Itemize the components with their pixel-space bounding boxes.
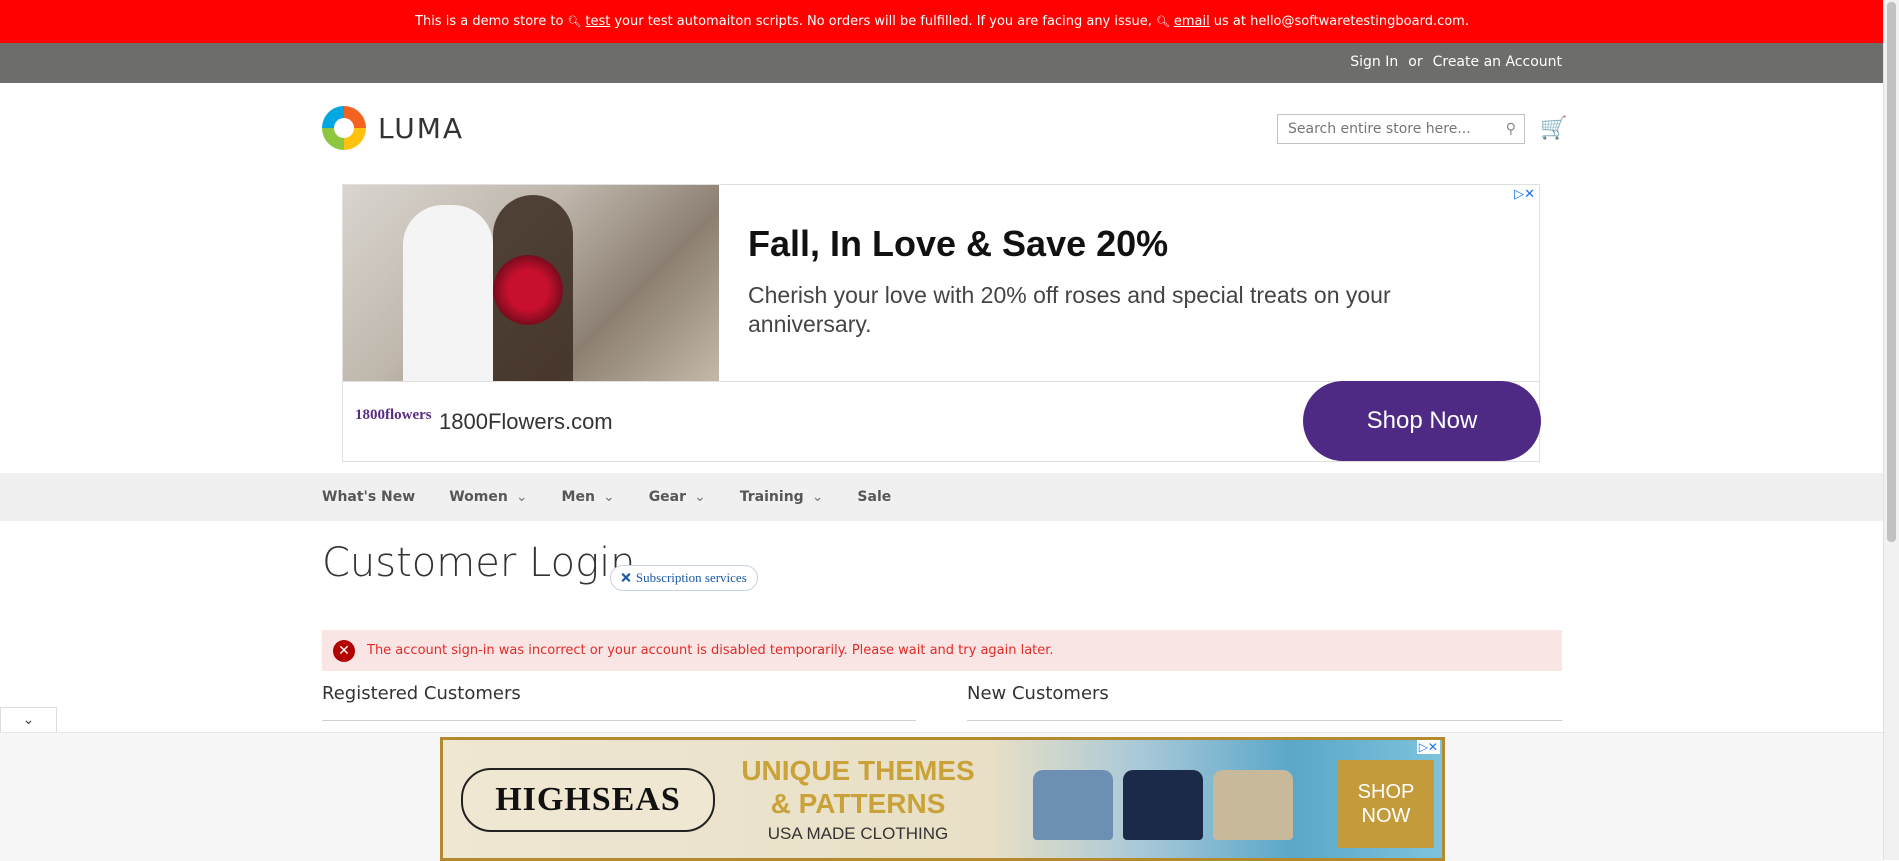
demo-notice-text-2: your test automaiton scripts. No orders … [614, 14, 1152, 29]
cart-icon[interactable]: 🛒 [1540, 116, 1567, 141]
chevron-down-icon: ⌄ [694, 489, 706, 505]
nav-item-training[interactable]: Training ⌄ [740, 489, 824, 505]
or-separator: or [1408, 54, 1423, 70]
search-icon[interactable]: ⚲ [1506, 121, 1516, 137]
subscription-services-badge[interactable]: ❌︎ Subscription services [610, 565, 758, 591]
test-link[interactable]: test [585, 14, 610, 29]
search-icon: 🔍︎ [567, 15, 582, 28]
ad-choices-icon[interactable]: ▷✕ [1514, 187, 1535, 202]
search-icon: 🔍︎ [1155, 15, 1170, 28]
demo-notice-text-3: us at hello@softwaretestingboard.com. [1213, 14, 1469, 29]
ad-subtext: USA MADE CLOTHING [767, 824, 949, 843]
error-icon: ✕ [333, 639, 355, 662]
ad-shop-now-button[interactable]: SHOP NOW [1338, 760, 1434, 848]
chevron-down-icon: ⌄ [811, 489, 824, 505]
search-box: ⚲ [1277, 114, 1525, 144]
new-customers-title: New Customers [967, 683, 1109, 704]
demo-notice-bar: This is a demo store to 🔍︎ test your tes… [0, 0, 1884, 43]
nav-item-label: Sale [857, 489, 892, 505]
ad-shop-now-button[interactable]: Shop Now [1303, 381, 1541, 461]
bottom-banner-ad[interactable]: HIGHSEAS UNIQUE THEMES & PATTERNS USA MA… [440, 737, 1445, 861]
divider [967, 720, 1562, 721]
nav-item-label: Women [449, 489, 508, 505]
ad-brand-logo: HIGHSEAS [461, 768, 715, 832]
chevron-down-icon: ⌄ [22, 712, 35, 728]
page-title: Customer Login [322, 540, 636, 586]
header-panel: Sign In or Create an Account [0, 43, 1884, 83]
nav-item-women[interactable]: Women ⌄ [449, 489, 527, 505]
ad-body: Cherish your love with 20% off roses and… [748, 282, 1391, 337]
logo-text: LUMA [378, 111, 465, 145]
ad-shirt-image [1123, 770, 1203, 840]
nav-item-gear[interactable]: Gear ⌄ [649, 489, 706, 505]
ad-image-person [403, 205, 493, 381]
store-logo[interactable]: LUMA [322, 106, 464, 150]
nav-item-men[interactable]: Men ⌄ [562, 489, 615, 505]
tag-icon: ❌︎ [621, 570, 631, 585]
luma-logo-icon [322, 106, 366, 150]
registered-customers-title: Registered Customers [322, 683, 521, 704]
ad-shirt-image [1033, 770, 1113, 840]
nav-item-sale[interactable]: Sale [857, 489, 891, 505]
sticky-ad-container: HIGHSEAS UNIQUE THEMES & PATTERNS USA MA… [0, 732, 1884, 861]
ad-brand-logo-text: HIGHSEAS [495, 781, 681, 818]
collapse-ad-button[interactable]: ⌄ [0, 707, 57, 732]
chevron-down-icon: ⌄ [515, 489, 528, 505]
nav-item-label: Training [739, 489, 804, 505]
error-message: ✕ The account sign-in was incorrect or y… [322, 630, 1562, 671]
main-navigation: What's New Women ⌄ Men ⌄ Gear ⌄ Training ⌄ S… [0, 473, 1884, 521]
scrollbar-thumb[interactable] [1887, 2, 1896, 542]
ad-brand-logo: 1800flowers [355, 407, 432, 423]
chevron-down-icon: ⌄ [602, 489, 615, 505]
scrollbar[interactable] [1883, 0, 1899, 860]
nav-item-label: Men [561, 489, 595, 505]
ad-headline: UNIQUE THEMES & PATTERNS [741, 755, 975, 819]
subscription-services-label: Subscription services [635, 570, 747, 585]
error-text: The account sign-in was incorrect or you… [367, 643, 1054, 658]
nav-item-label: Gear [648, 489, 687, 505]
ad-shirt-image [1213, 770, 1293, 840]
ad-headline: Fall, In Love & Save 20% [748, 223, 1169, 264]
nav-item-label: What's New [322, 489, 416, 505]
ad-image [343, 185, 719, 381]
divider [322, 720, 916, 721]
search-input[interactable] [1286, 120, 1506, 138]
create-account-link[interactable]: Create an Account [1433, 54, 1562, 70]
sign-in-link[interactable]: Sign In [1350, 54, 1398, 70]
banner-ad[interactable]: Fall, In Love & Save 20% Cherish your lo… [342, 184, 1541, 462]
email-link[interactable]: email [1174, 14, 1210, 29]
demo-notice-text-1: This is a demo store to [415, 14, 564, 29]
header-links: Sign In or Create an Account [1350, 54, 1562, 70]
ad-image-roses [493, 255, 563, 325]
ad-choices-icon[interactable]: ▷✕ [1416, 740, 1440, 754]
ad-brand-name: 1800Flowers.com [439, 409, 613, 434]
nav-item-whats-new[interactable]: What's New [322, 489, 415, 505]
